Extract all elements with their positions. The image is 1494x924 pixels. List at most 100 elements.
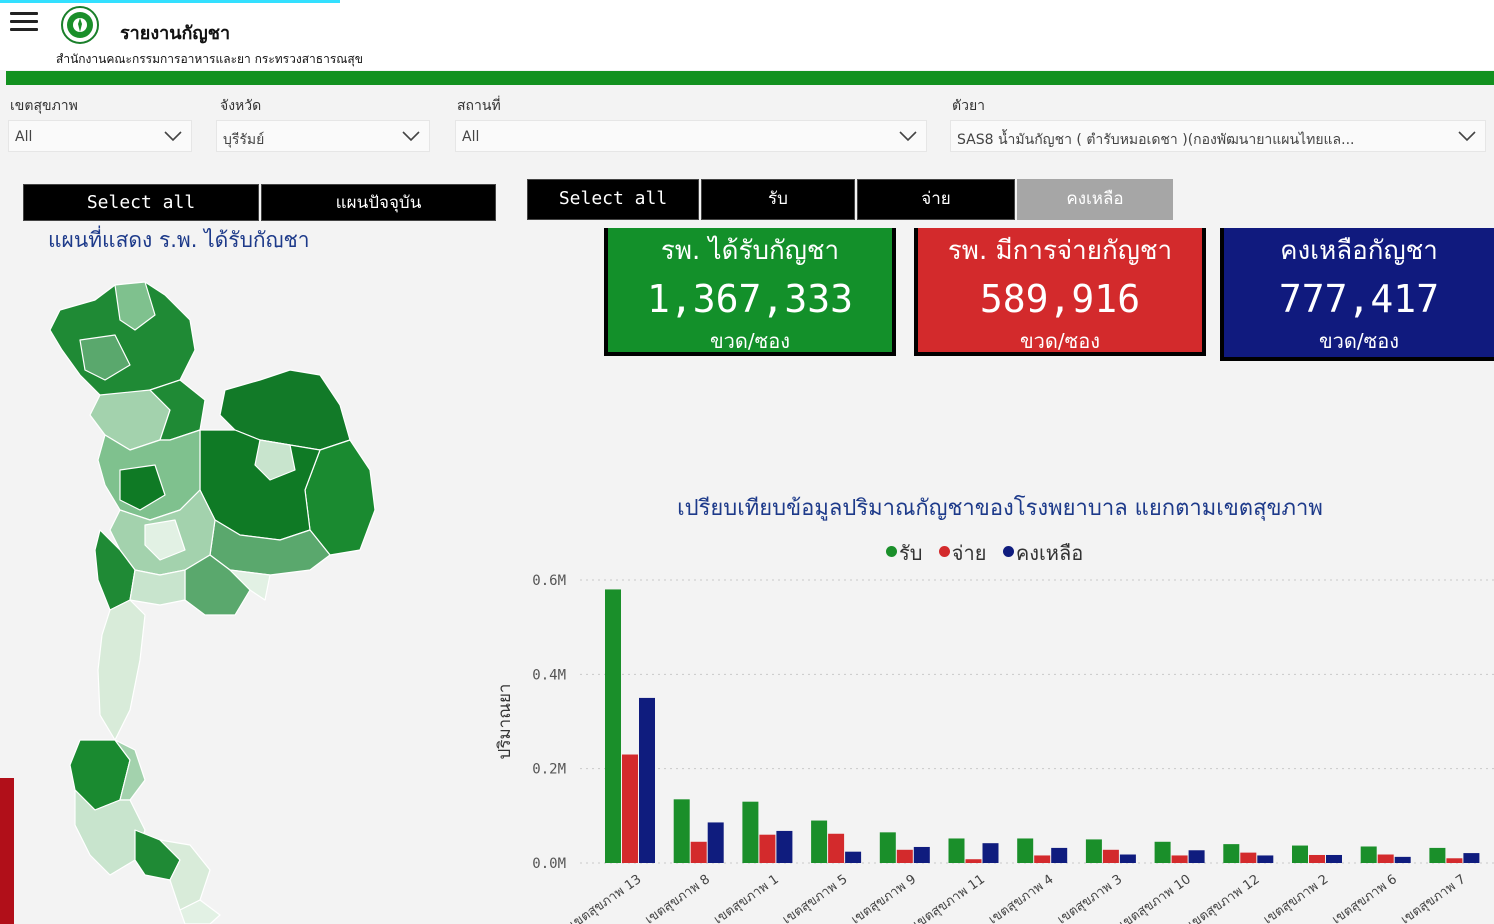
bar-receive: [879, 832, 896, 863]
bar-receive: [1360, 846, 1377, 863]
bar-dispense: [759, 834, 776, 863]
bar-receive: [948, 838, 965, 863]
province-value: บุรีรัมย์: [223, 132, 265, 148]
bar-dispense: [1034, 855, 1051, 863]
x-tick-label: เขตสุขภาพ 11: [911, 872, 988, 924]
legend-dot-dispense: [938, 546, 950, 557]
measure-select-all-button[interactable]: Select all: [527, 179, 699, 220]
drug-dropdown[interactable]: SAS8 น้ำมันกัญชา ( ตำรับหมอเดชา )(กองพัฒ…: [950, 120, 1486, 152]
filter-label-health-region: เขตสุขภาพ: [10, 98, 78, 114]
filter-label-drug: ตัวยา: [952, 98, 986, 114]
thailand-map[interactable]: [20, 270, 400, 924]
x-tick-label: เขตสุขภาพ 9: [849, 872, 919, 924]
current-map-button[interactable]: แผนปัจจุบัน: [261, 184, 496, 221]
x-tick-label: เขตสุขภาพ 8: [643, 872, 713, 924]
app-subtitle: สำนักงานคณะกรรมการอาหารและยา กระทรวงสาธา…: [56, 52, 363, 66]
map-region-upper-south: [97, 599, 146, 741]
x-tick-label: เขตสุขภาพ 7: [1398, 872, 1468, 924]
bar-remaining: [776, 830, 793, 863]
bar-dispense: [1240, 852, 1257, 863]
bar-dispense: [622, 754, 638, 863]
y-axis-title: ปริมาณยา: [495, 684, 515, 760]
bar-remaining: [707, 822, 724, 863]
legend-dot-receive: [886, 546, 897, 557]
bar-remaining: [1463, 853, 1480, 863]
bar-remaining: [982, 843, 999, 863]
bar-dispense: [1171, 855, 1188, 863]
top-bar: รายงานกัญชา สำนักงานคณะกรรมการอาหารและยา…: [0, 0, 1494, 70]
y-tick-label: 0.6M: [532, 573, 566, 589]
header-divider: [6, 71, 1494, 85]
chevron-down-icon: [402, 131, 420, 142]
province-dropdown[interactable]: บุรีรัมย์: [216, 120, 430, 152]
y-tick-label: 0.2M: [532, 762, 566, 778]
x-tick-label: เขตสุขภาพ 10: [1117, 872, 1194, 924]
top-accent-strip: [0, 0, 340, 3]
bar-dispense: [896, 849, 913, 863]
card-remaining-title: คงเหลือกัญชา: [1280, 236, 1438, 266]
bar-dispense: [1102, 849, 1119, 863]
bar-receive: [1429, 847, 1446, 863]
chart-title: เปรียบเทียบข้อมูลปริมาณกัญชาของโรงพยาบาล…: [677, 496, 1323, 521]
receive-button[interactable]: รับ: [701, 179, 855, 220]
bar-receive: [811, 820, 828, 863]
legend-dot-remaining: [1002, 546, 1014, 557]
drug-value: SAS8 น้ำมันกัญชา ( ตำรับหมอเดชา )(กองพัฒ…: [957, 132, 1355, 148]
bar-remaining: [1119, 854, 1136, 863]
map-title: แผนที่แสดง ร.พ. ได้รับกัญชา: [48, 228, 310, 248]
bar-remaining: [913, 846, 930, 863]
card-remaining-unit: ขวด/ซอง: [1319, 329, 1399, 353]
dispense-button[interactable]: จ่าย: [857, 179, 1015, 220]
bar-dispense: [690, 841, 707, 863]
map-provinces: [49, 281, 376, 924]
bar-receive: [1292, 845, 1308, 863]
card-dispensed-unit: ขวด/ซอง: [1020, 329, 1100, 353]
card-dispensed: รพ. มีการจ่ายกัญชา 589,916 ขวด/ซอง: [914, 228, 1206, 356]
card-dispensed-title: รพ. มีการจ่ายกัญชา: [947, 236, 1173, 266]
bar-remaining: [1257, 855, 1274, 863]
bar-receive: [1017, 838, 1034, 863]
hamburger-menu-icon[interactable]: [10, 12, 38, 32]
card-remaining-value: 777,417: [1278, 277, 1440, 321]
x-tick-label: เขตสุขภาพ 6: [1330, 872, 1400, 924]
bar-receive: [605, 589, 621, 863]
bar-receive: [673, 799, 690, 863]
bar-dispense: [828, 833, 845, 863]
x-tick-label: เขตสุขภาพ 2: [1261, 872, 1331, 924]
bar-receive: [1223, 844, 1240, 863]
x-tick-label: เขตสุขภาพ 5: [780, 872, 850, 924]
bar-dispense: [965, 859, 982, 863]
bar-dispense: [1377, 854, 1394, 863]
bar-remaining: [1326, 854, 1342, 863]
y-tick-label: 0.0M: [532, 856, 566, 872]
location-dropdown[interactable]: All: [455, 120, 927, 152]
bar-chart: 0.0M0.2M0.4M0.6Mปริมาณยาเขตสุขภาพ 13เขตส…: [495, 573, 1494, 924]
bar-dispense: [1309, 854, 1325, 863]
map-select-all-button[interactable]: Select all: [23, 184, 259, 221]
bar-remaining: [639, 697, 655, 863]
filter-label-province: จังหวัด: [220, 98, 262, 114]
filter-label-location: สถานที่: [457, 98, 501, 114]
x-tick-label: เขตสุขภาพ 3: [1055, 872, 1125, 924]
chevron-down-icon: [1458, 131, 1476, 142]
map-region-bangkok-area: [129, 569, 186, 606]
bar-remaining: [1051, 847, 1068, 863]
card-dispensed-value: 589,916: [979, 277, 1141, 321]
card-received-title: รพ. ได้รับกัญชา: [660, 236, 840, 266]
x-tick-label: เขตสุขภาพ 4: [986, 872, 1056, 924]
bar-remaining: [1394, 856, 1411, 863]
app-title: รายงานกัญชา: [120, 23, 231, 44]
card-received-value: 1,367,333: [647, 277, 853, 321]
bar-remaining: [845, 851, 862, 863]
side-red-strip: [0, 778, 14, 924]
x-tick-label: เขตสุขภาพ 12: [1185, 872, 1262, 924]
remaining-button[interactable]: คงเหลือ: [1017, 179, 1173, 220]
card-remaining: คงเหลือกัญชา 777,417 ขวด/ซอง: [1220, 228, 1494, 361]
chevron-down-icon: [164, 131, 182, 142]
x-tick-label: เขตสุขภาพ 1: [711, 872, 781, 924]
chevron-down-icon: [899, 131, 917, 142]
health-region-dropdown[interactable]: All: [8, 120, 192, 152]
bar-receive: [1085, 839, 1102, 863]
location-value: All: [462, 129, 480, 145]
y-tick-label: 0.4M: [532, 667, 566, 683]
